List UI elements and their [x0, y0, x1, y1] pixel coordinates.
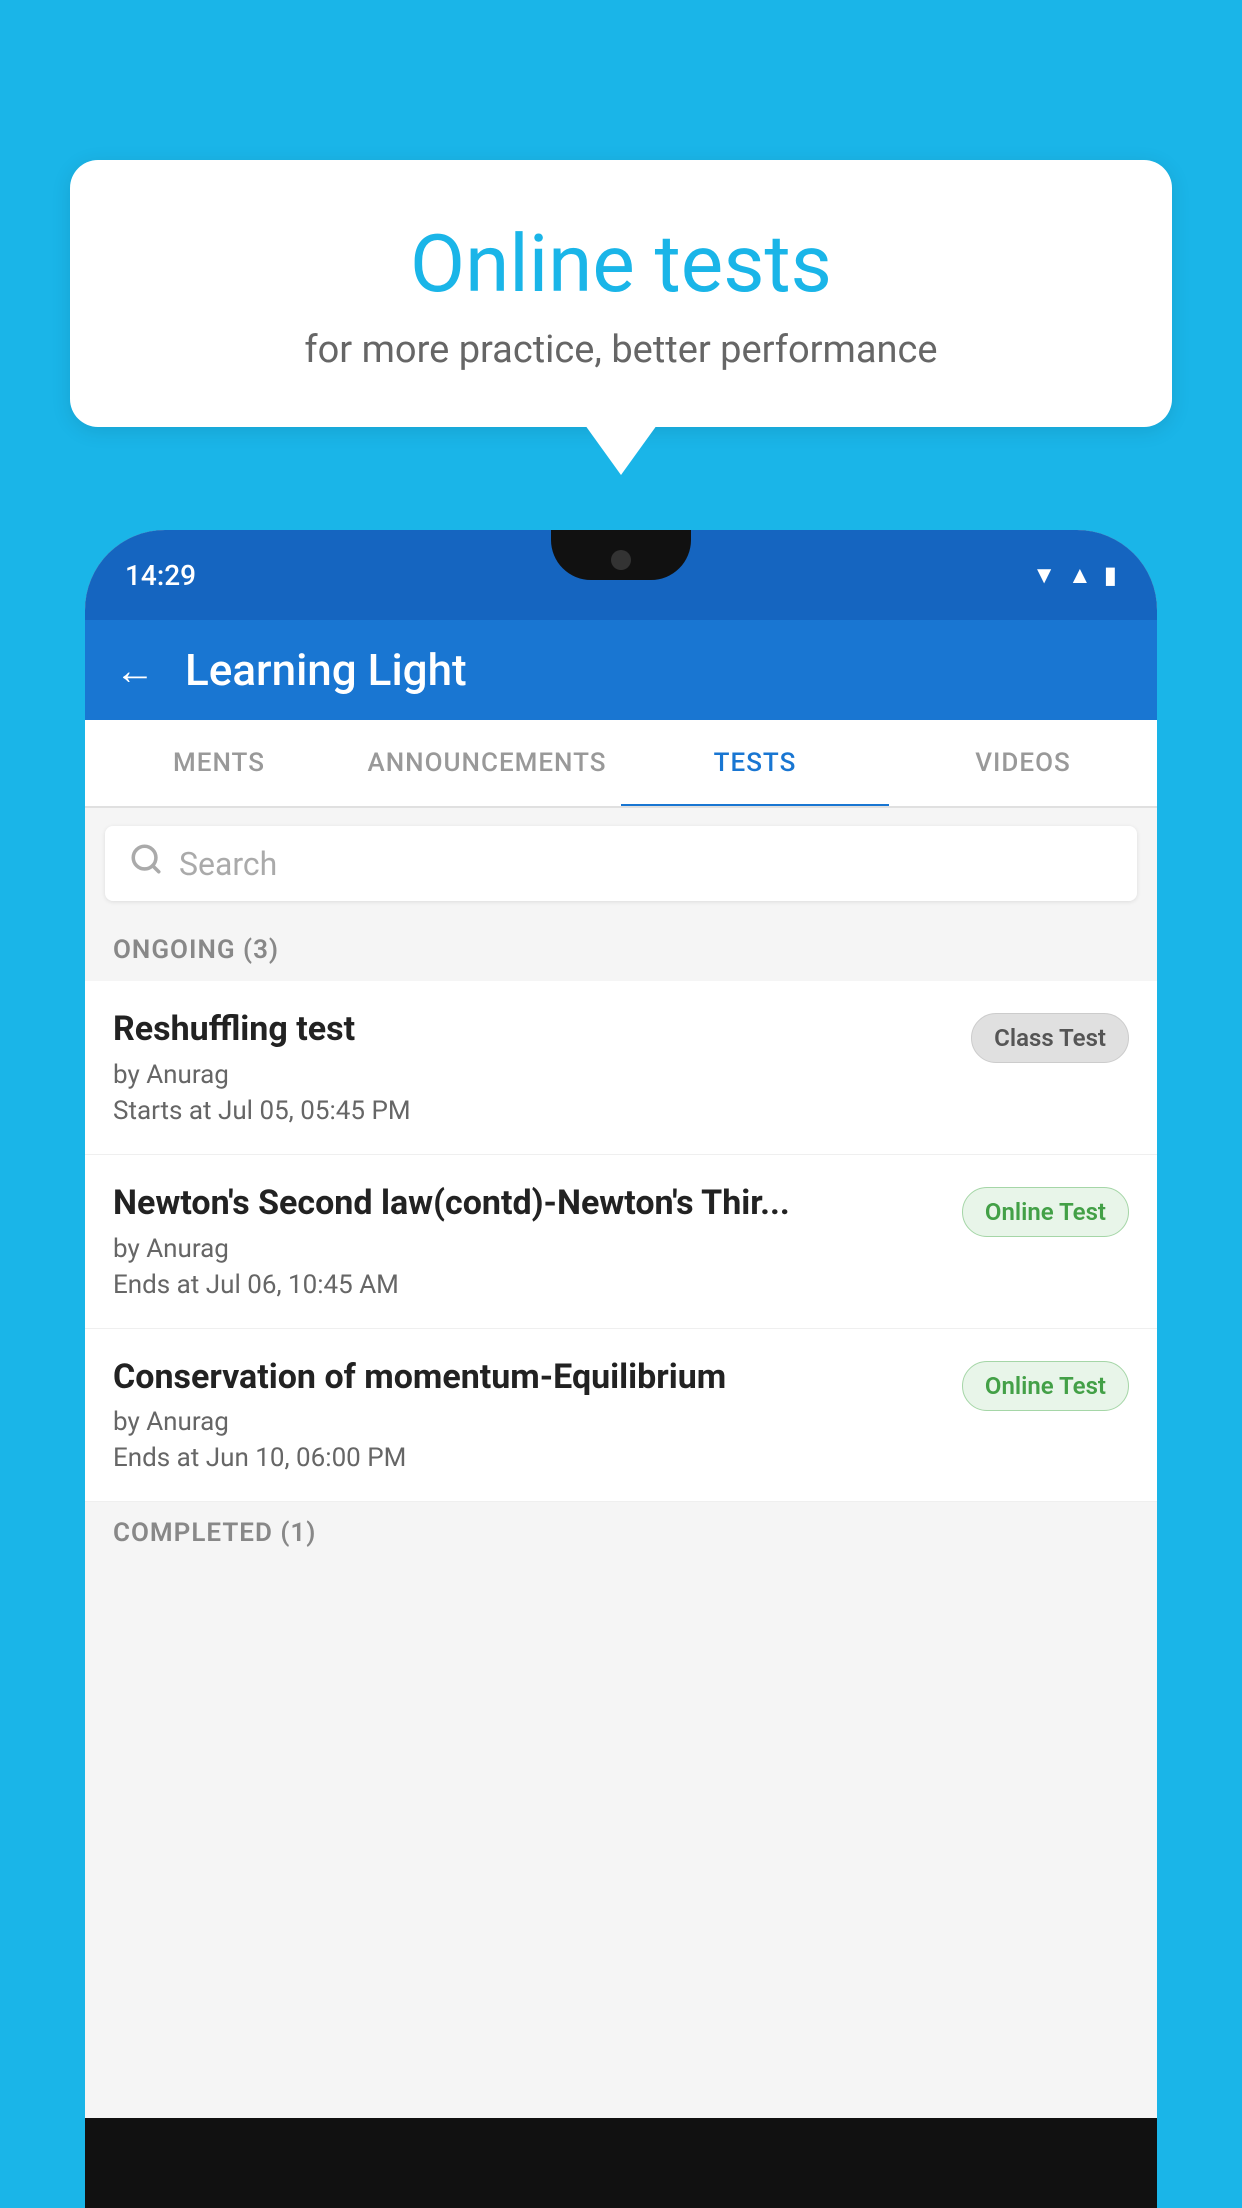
ongoing-section-header: ONGOING (3) [85, 919, 1157, 981]
test-name-conservation: Conservation of momentum-Equilibrium [113, 1357, 942, 1398]
test-info-reshuffling: Reshuffling test by Anurag Starts at Jul… [113, 1009, 951, 1126]
test-name-newtons: Newton's Second law(contd)-Newton's Thir… [113, 1183, 942, 1224]
search-bar[interactable]: Search [105, 826, 1137, 901]
tabs-bar: MENTS ANNOUNCEMENTS TESTS VIDEOS [85, 720, 1157, 808]
test-badge-newtons: Online Test [962, 1187, 1129, 1237]
phone-mockup: 14:29 ▼ ▲ ▮ ← Learning Light MENTS ANNOU… [85, 530, 1157, 2208]
signal-icon: ▲ [1068, 561, 1092, 590]
completed-section-header: COMPLETED (1) [85, 1502, 1157, 1564]
bubble-subtitle: for more practice, better performance [120, 328, 1122, 372]
test-item-reshuffling[interactable]: Reshuffling test by Anurag Starts at Jul… [85, 981, 1157, 1155]
test-date-conservation: Ends at Jun 10, 06:00 PM [113, 1443, 942, 1473]
back-button[interactable]: ← [115, 647, 155, 694]
test-date-newtons: Ends at Jul 06, 10:45 AM [113, 1270, 942, 1300]
tab-announcements[interactable]: ANNOUNCEMENTS [353, 720, 621, 806]
search-icon [129, 842, 163, 885]
search-placeholder: Search [179, 845, 277, 883]
test-date-reshuffling: Starts at Jul 05, 05:45 PM [113, 1096, 951, 1126]
wifi-icon: ▼ [1032, 561, 1056, 590]
tab-ments[interactable]: MENTS [85, 720, 353, 806]
test-badge-conservation: Online Test [962, 1361, 1129, 1411]
test-author-conservation: by Anurag [113, 1407, 942, 1437]
test-info-newtons: Newton's Second law(contd)-Newton's Thir… [113, 1183, 942, 1300]
promo-bubble: Online tests for more practice, better p… [70, 160, 1172, 427]
app-title: Learning Light [185, 644, 467, 696]
app-header: ← Learning Light [85, 620, 1157, 720]
notch [551, 530, 691, 580]
test-name-reshuffling: Reshuffling test [113, 1009, 951, 1050]
camera [611, 550, 631, 570]
test-author-newtons: by Anurag [113, 1234, 942, 1264]
status-time: 14:29 [125, 559, 196, 592]
test-item-newtons[interactable]: Newton's Second law(contd)-Newton's Thir… [85, 1155, 1157, 1329]
status-bar: 14:29 ▼ ▲ ▮ [85, 530, 1157, 620]
test-info-conservation: Conservation of momentum-Equilibrium by … [113, 1357, 942, 1474]
test-author-reshuffling: by Anurag [113, 1060, 951, 1090]
test-item-conservation[interactable]: Conservation of momentum-Equilibrium by … [85, 1329, 1157, 1503]
content-area: Search ONGOING (3) Reshuffling test by A… [85, 808, 1157, 2118]
tab-tests[interactable]: TESTS [621, 720, 889, 806]
test-badge-reshuffling: Class Test [971, 1013, 1129, 1063]
bubble-title: Online tests [120, 220, 1122, 308]
status-icons: ▼ ▲ ▮ [1032, 561, 1117, 590]
battery-icon: ▮ [1104, 561, 1117, 589]
phone-screen: 14:29 ▼ ▲ ▮ ← Learning Light MENTS ANNOU… [85, 530, 1157, 2118]
tab-videos[interactable]: VIDEOS [889, 720, 1157, 806]
